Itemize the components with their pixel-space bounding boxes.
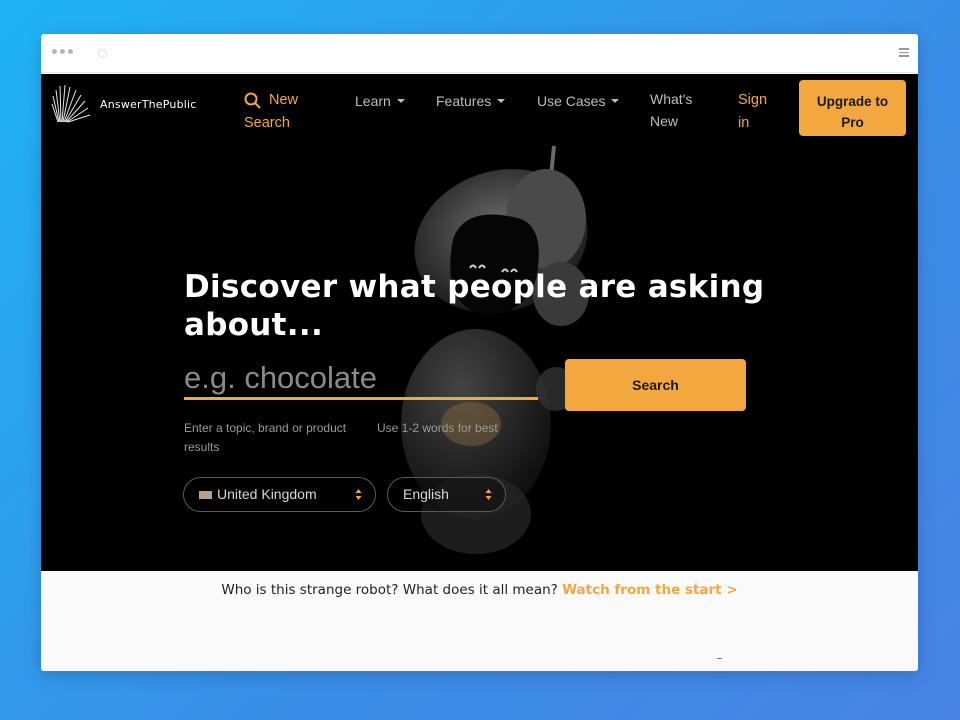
traffic-lights-icon[interactable] <box>52 49 73 54</box>
language-select-value: English <box>403 486 449 502</box>
hero-heading: Discover what people are asking about... <box>184 268 784 344</box>
hamburger-icon[interactable] <box>899 48 909 59</box>
hint-left-line1: Enter a topic, brand or product <box>184 421 347 435</box>
sign-in-line1: Sign <box>738 92 768 108</box>
logo-text: AnswerThePublic <box>100 97 197 111</box>
language-select[interactable]: English <box>387 477 506 512</box>
hint-left-line2: results <box>184 440 220 454</box>
nav-features[interactable]: Features <box>436 90 506 112</box>
search-button[interactable]: Search <box>565 359 746 411</box>
new-search-link[interactable]: New Search <box>244 89 314 135</box>
chevron-down-icon <box>497 99 506 103</box>
browser-toolbar <box>41 34 918 73</box>
site-page: AnswerThePublic New Search Learn Feature… <box>41 74 918 571</box>
whats-new-line1: What's <box>650 91 693 107</box>
robot-story-line: Who is this strange robot? What does it … <box>41 582 918 598</box>
site-logo[interactable]: AnswerThePublic <box>50 82 197 126</box>
upgrade-to-pro-button[interactable]: Upgrade to Pro <box>799 80 906 136</box>
country-select[interactable]: United Kingdom <box>183 477 376 512</box>
new-search-label-line2: Search <box>244 115 290 131</box>
spinner-icon <box>98 49 107 58</box>
sign-in-link[interactable]: Sign in <box>738 89 778 135</box>
whats-new-line2: New <box>650 113 679 129</box>
country-select-value: United Kingdom <box>217 486 317 502</box>
uk-flag-icon <box>199 491 212 499</box>
search-hint-right: Use 1-2 words for best <box>377 421 498 435</box>
upgrade-line1: Upgrade to <box>816 93 889 109</box>
upgrade-line2: Pro <box>841 114 864 130</box>
search-hint-left: Enter a topic, brand or product results <box>184 419 364 457</box>
nav-features-label: Features <box>436 93 492 109</box>
chevron-down-icon <box>611 99 620 103</box>
select-arrows-icon <box>355 489 362 500</box>
hero-heading-line1: Discover what people are asking <box>184 269 765 305</box>
chevron-down-icon <box>396 99 405 103</box>
hero-heading-line2: about... <box>184 307 324 343</box>
nav-use-cases-label: Use Cases <box>537 93 606 109</box>
top-navigation: AnswerThePublic New Search Learn Feature… <box>41 74 918 142</box>
divider <box>717 658 722 659</box>
nav-learn[interactable]: Learn <box>355 90 405 112</box>
nav-use-cases[interactable]: Use Cases <box>537 90 620 112</box>
browser-window: AnswerThePublic New Search Learn Feature… <box>41 34 918 671</box>
search-icon <box>244 92 261 109</box>
sign-in-line2: in <box>738 115 750 131</box>
select-arrows-icon <box>485 489 492 500</box>
answerthepublic-logo-icon <box>51 84 91 123</box>
watch-from-start-link[interactable]: Watch from the start > <box>562 582 738 598</box>
nav-whats-new[interactable]: What's New <box>650 88 692 132</box>
nav-learn-label: Learn <box>355 93 391 109</box>
robot-story-strip: Who is this strange robot? What does it … <box>41 571 918 671</box>
robot-question-text: Who is this strange robot? What does it … <box>221 582 558 598</box>
search-input[interactable] <box>184 358 538 400</box>
